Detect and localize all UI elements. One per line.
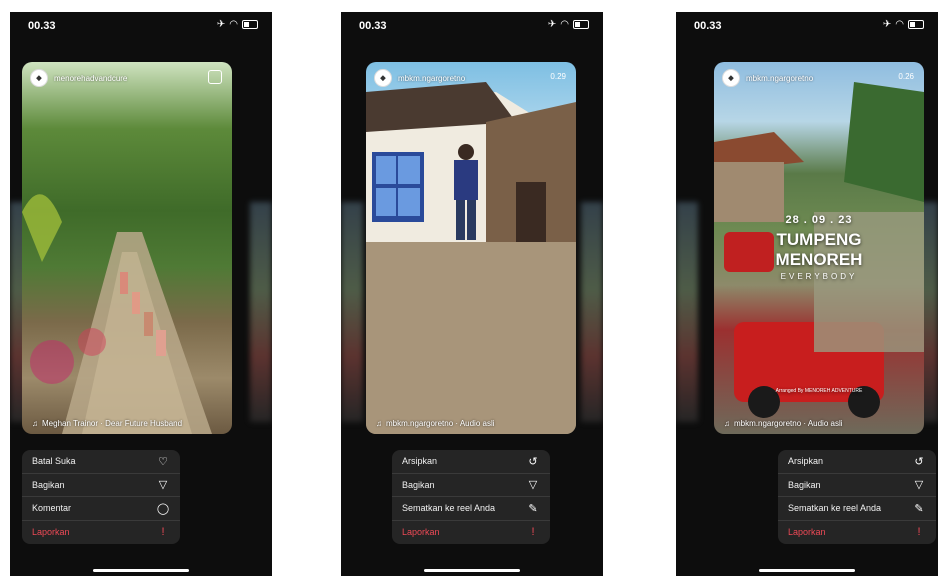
background-blur-left xyxy=(341,202,363,422)
menu-item-arsipkan[interactable]: Arsipkan ↺ xyxy=(392,450,550,474)
status-time: 00.33 xyxy=(28,20,56,32)
menu-item-label: Bagikan xyxy=(788,479,821,490)
audio-attribution[interactable]: ♫ Meghan Trainor · Dear Future Husband xyxy=(32,419,182,428)
send-icon: ▽ xyxy=(528,479,538,492)
music-note-icon: ♫ xyxy=(376,419,382,428)
music-note-icon: ♫ xyxy=(724,419,730,428)
background-blur-left xyxy=(676,202,698,422)
reel-preview-card[interactable]: 28 . 09 . 23 TUMPENG MENOREH EVERYBODY A… xyxy=(714,62,924,434)
home-indicator[interactable] xyxy=(759,569,855,572)
send-icon: ▽ xyxy=(158,479,168,492)
report-icon: ! xyxy=(161,526,165,539)
airplane-icon: ✈ xyxy=(216,19,226,30)
event-credit: Arranged By MENOREH ADVENTURE xyxy=(775,388,863,394)
menu-item-laporkan[interactable]: Laporkan ! xyxy=(392,521,550,545)
menu-item-label: Sematkan ke reel Anda xyxy=(788,503,882,514)
wifi-icon: ◠ xyxy=(229,19,238,30)
event-date: 28 . 09 . 23 xyxy=(785,214,853,226)
menu-item-bagikan[interactable]: Bagikan ▽ xyxy=(392,474,550,497)
reel-preview-card[interactable]: ◆ menorehadvandcure ♫ Meghan Trainor · D… xyxy=(22,62,232,434)
menu-item-label: Arsipkan xyxy=(402,456,438,467)
event-title-line1: TUMPENG xyxy=(776,230,862,249)
phone-screen-1: 00.33 ✈ ◠ ◆ menorehadvandcure ♫ Meghan T… xyxy=(10,12,272,576)
audio-attribution[interactable]: ♫ mbkm.ngargoretno · Audio asli xyxy=(724,419,843,428)
avatar[interactable]: ◆ xyxy=(30,69,48,87)
music-note-icon: ♫ xyxy=(32,419,38,428)
audio-label: mbkm.ngargoretno · Audio asli xyxy=(386,419,495,428)
reel-preview-card[interactable]: ◆ mbkm.ngargoretno 0.29 ♫ mbkm.ngargoret… xyxy=(366,62,576,434)
menu-item-sematkan[interactable]: Sematkan ke reel Anda ✎ xyxy=(778,497,936,521)
username[interactable]: mbkm.ngargoretno xyxy=(746,74,813,83)
event-subtitle: EVERYBODY xyxy=(780,272,858,281)
menu-item-label: Arsipkan xyxy=(788,456,824,467)
airplane-icon: ✈ xyxy=(547,19,557,30)
reels-icon[interactable] xyxy=(208,70,222,84)
wifi-icon: ◠ xyxy=(895,19,904,30)
menu-item-label: Bagikan xyxy=(32,479,65,490)
reel-header: ◆ mbkm.ngargoretno xyxy=(366,62,576,94)
reel-image xyxy=(22,194,212,434)
battery-icon xyxy=(573,20,589,29)
avatar[interactable]: ◆ xyxy=(722,69,740,87)
menu-item-label: Batal Suka xyxy=(32,456,76,467)
background-blur-right xyxy=(581,202,603,422)
menu-item-label: Laporkan xyxy=(788,527,826,538)
phone-screen-2: 00.33 ✈ ◠ ◆ mbkm.ngargoretno 0.29 ♫ mbkm… xyxy=(341,12,603,576)
status-icons: ✈ ◠ xyxy=(883,19,924,30)
archive-icon: ↺ xyxy=(914,455,924,468)
menu-item-bagikan[interactable]: Bagikan ▽ xyxy=(22,474,180,497)
send-icon: ▽ xyxy=(914,479,924,492)
report-icon: ! xyxy=(917,526,921,539)
menu-item-label: Sematkan ke reel Anda xyxy=(402,503,496,514)
audio-attribution[interactable]: ♫ mbkm.ngargoretno · Audio asli xyxy=(376,419,495,428)
heart-slash-icon: ♡ xyxy=(158,455,168,468)
reel-header: ◆ mbkm.ngargoretno xyxy=(714,62,924,94)
menu-item-laporkan[interactable]: Laporkan ! xyxy=(778,521,936,545)
menu-item-arsipkan[interactable]: Arsipkan ↺ xyxy=(778,450,936,474)
pin-icon: ✎ xyxy=(914,502,924,515)
menu-item-sematkan[interactable]: Sematkan ke reel Anda ✎ xyxy=(392,497,550,521)
status-time: 00.33 xyxy=(694,20,722,32)
menu-item-batal-suka[interactable]: Batal Suka ♡ xyxy=(22,450,180,474)
wifi-icon: ◠ xyxy=(560,19,569,30)
username[interactable]: mbkm.ngargoretno xyxy=(398,74,465,83)
context-menu: Arsipkan ↺ Bagikan ▽ Sematkan ke reel An… xyxy=(778,450,936,544)
home-indicator[interactable] xyxy=(93,569,189,572)
comment-icon: ◯ xyxy=(156,502,170,515)
menu-item-label: Bagikan xyxy=(402,479,435,490)
airplane-icon: ✈ xyxy=(882,19,892,30)
menu-item-bagikan[interactable]: Bagikan ▽ xyxy=(778,474,936,497)
background-blur-right xyxy=(250,202,272,422)
audio-label: Meghan Trainor · Dear Future Husband xyxy=(42,419,183,428)
reel-header: ◆ menorehadvandcure xyxy=(22,62,232,94)
menu-item-komentar[interactable]: Komentar ◯ xyxy=(22,497,180,521)
reel-timer: 0.29 xyxy=(550,72,566,81)
menu-item-label: Laporkan xyxy=(402,527,440,538)
archive-icon: ↺ xyxy=(528,455,538,468)
event-title-line2: MENOREH xyxy=(775,250,863,269)
pin-icon: ✎ xyxy=(528,502,538,515)
battery-icon xyxy=(908,20,924,29)
status-icons: ✈ ◠ xyxy=(548,19,589,30)
status-time: 00.33 xyxy=(359,20,387,32)
menu-item-laporkan[interactable]: Laporkan ! xyxy=(22,521,180,545)
home-indicator[interactable] xyxy=(424,569,520,572)
context-menu: Arsipkan ↺ Bagikan ▽ Sematkan ke reel An… xyxy=(392,450,550,544)
reel-image xyxy=(366,82,576,434)
context-menu: Batal Suka ♡ Bagikan ▽ Komentar ◯ Lapork… xyxy=(22,450,180,544)
status-icons: ✈ ◠ xyxy=(217,19,258,30)
report-icon: ! xyxy=(531,526,535,539)
username[interactable]: menorehadvandcure xyxy=(54,74,127,83)
battery-icon xyxy=(242,20,258,29)
phone-screen-3: 00.33 ✈ ◠ 28 . 09 . 23 TUMPENG MENOREH E… xyxy=(676,12,938,576)
audio-label: mbkm.ngargoretno · Audio asli xyxy=(734,419,843,428)
avatar[interactable]: ◆ xyxy=(374,69,392,87)
reel-timer: 0.26 xyxy=(898,72,914,81)
menu-item-label: Komentar xyxy=(32,503,72,514)
menu-item-label: Laporkan xyxy=(32,527,70,538)
